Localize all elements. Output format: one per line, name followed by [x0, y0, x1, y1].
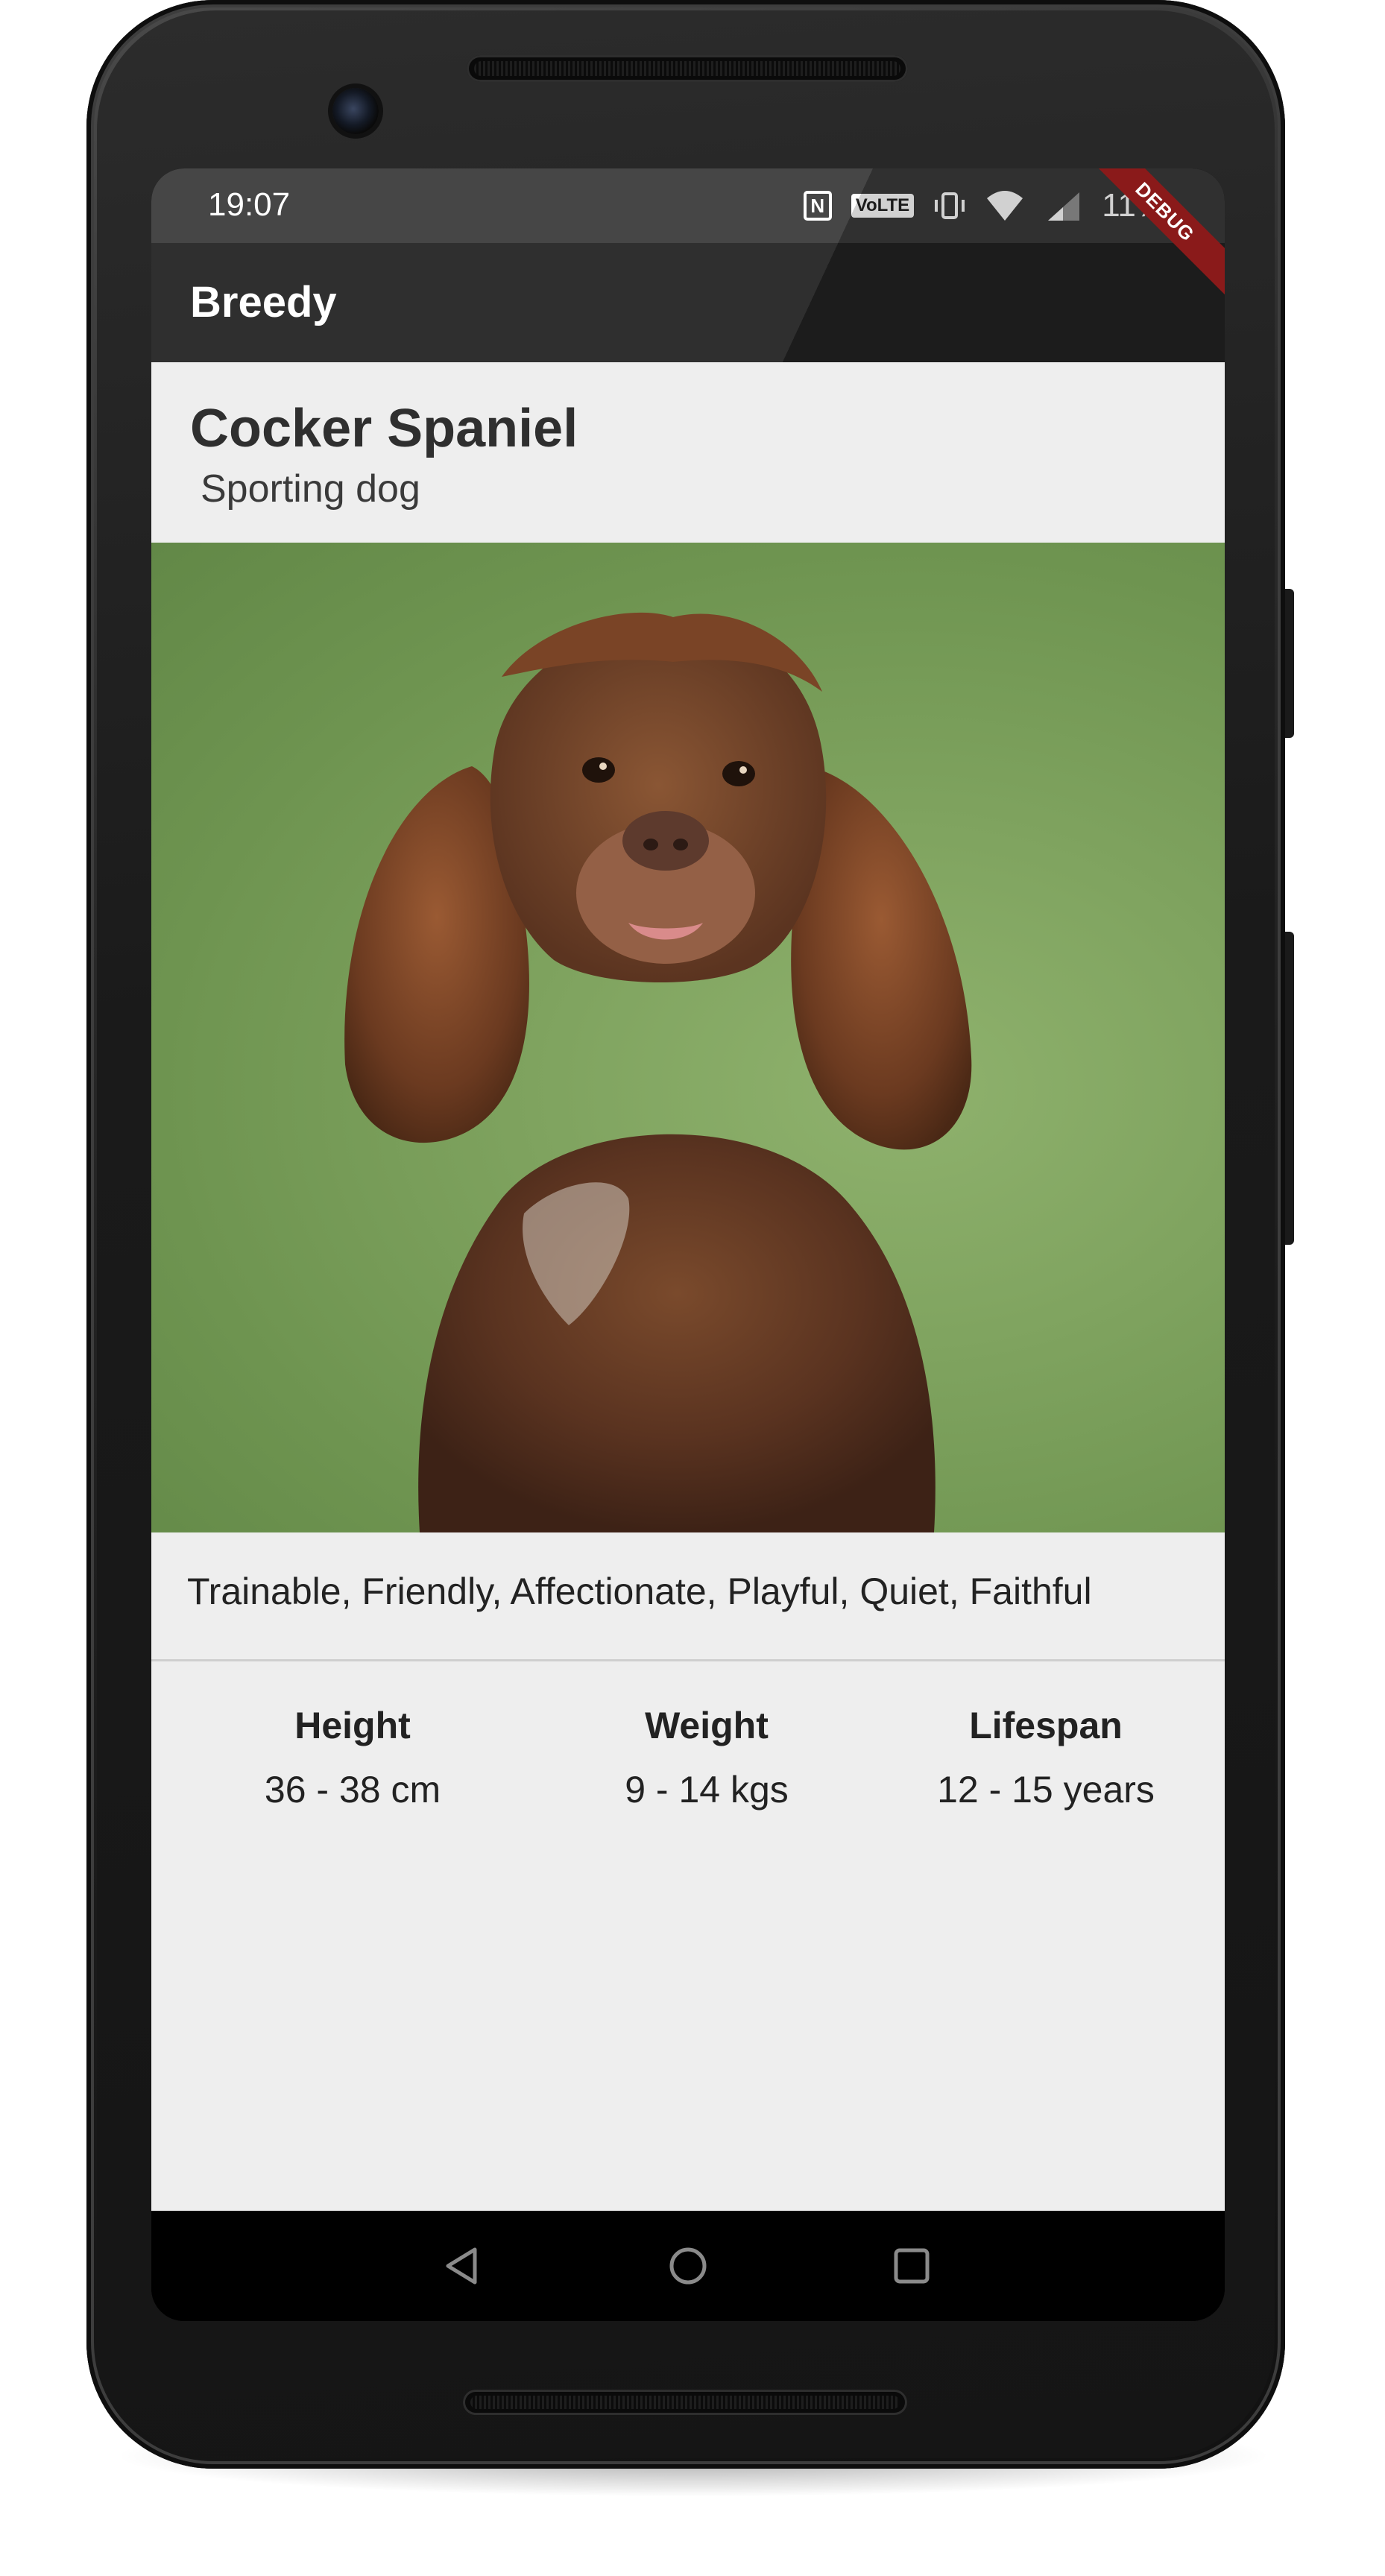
signal-icon [1048, 192, 1080, 221]
power-button[interactable] [1285, 589, 1294, 738]
recents-icon[interactable] [889, 2244, 934, 2288]
status-time: 19:07 [208, 186, 291, 223]
front-camera [332, 88, 379, 134]
breed-photo [151, 543, 1225, 1532]
vibrate-icon [935, 192, 965, 219]
back-icon[interactable] [439, 2244, 484, 2288]
home-icon[interactable] [666, 2244, 710, 2288]
nfc-icon: N [803, 191, 832, 221]
stat-label: Lifespan [969, 1705, 1123, 1746]
app-bar: Breedy [151, 243, 1225, 362]
breed-detail[interactable]: Cocker Spaniel Sporting dog Trainable, F… [151, 362, 1225, 2211]
stat-label: Weight [645, 1705, 769, 1746]
top-speaker [467, 55, 908, 82]
divider [151, 1659, 1225, 1661]
status-bar: 19:07 N VoLTE 11% [151, 168, 1225, 243]
bottom-speaker [463, 2390, 907, 2415]
stat-weight: Weight 9 - 14 kgs [587, 1704, 826, 1811]
stat-label: Height [294, 1705, 411, 1746]
volume-button[interactable] [1285, 932, 1294, 1245]
volte-icon: VoLTE [851, 194, 915, 218]
screen: 19:07 N VoLTE 11% Breedy DEBUG Cocker Sp… [151, 168, 1225, 2321]
navigation-bar [151, 2211, 1225, 2321]
breed-group: Sporting dog [201, 467, 420, 511]
status-icons: N VoLTE 11% [803, 185, 1165, 227]
stat-value: 12 - 15 years [937, 1769, 1155, 1811]
stat-value: 9 - 14 kgs [625, 1769, 789, 1811]
dog-illustration [344, 612, 972, 1532]
stat-value: 36 - 38 cm [264, 1769, 441, 1811]
temperament-text: Trainable, Friendly, Affectionate, Playf… [187, 1570, 1092, 1612]
stat-lifespan: Lifespan 12 - 15 years [912, 1704, 1180, 1811]
app-title: Breedy [190, 278, 337, 326]
breed-name: Cocker Spaniel [190, 399, 578, 458]
wifi-icon [987, 191, 1023, 221]
stat-height: Height 36 - 38 cm [233, 1704, 472, 1811]
